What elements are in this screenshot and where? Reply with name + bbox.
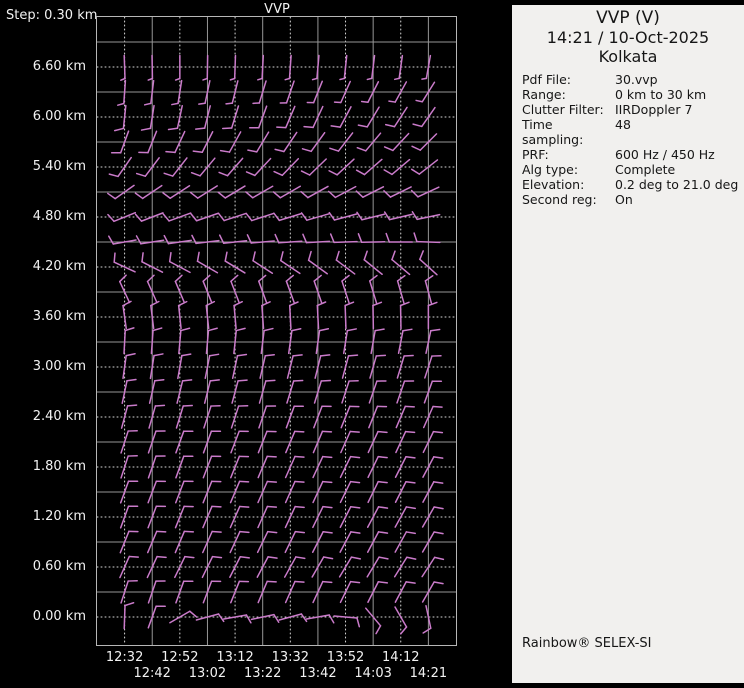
time-label: 12:42 [133, 666, 171, 681]
parameter-label: Elevation: [522, 177, 585, 192]
altitude-label: 0.00 km [32, 609, 86, 624]
parameter-value: 48 [615, 117, 631, 132]
parameter-value: IIRDoppler 7 [615, 102, 693, 117]
time-label: 13:02 [188, 666, 227, 681]
parameter-row: Second reg: On [522, 192, 744, 207]
parameter-row: Time sampling: 48 [522, 117, 744, 147]
parameter-label: Clutter Filter: [522, 102, 604, 117]
parameter-value: Complete [615, 162, 676, 177]
altitude-label: 4.80 km [32, 209, 86, 224]
time-label: 12:52 [161, 650, 199, 665]
parameter-row: Clutter Filter: IIRDoppler 7 [522, 102, 744, 117]
parameter-value: On [615, 192, 633, 207]
parameter-label: Range: [522, 87, 566, 102]
time-label: 14:03 [354, 666, 392, 681]
parameter-row: PRF: 600 Hz / 450 Hz [522, 147, 744, 162]
altitude-label: 1.80 km [32, 459, 86, 474]
panel-datetime: 14:21 / 10-Oct-2025 [546, 28, 710, 47]
parameter-row: Range: 0 km to 30 km [522, 87, 744, 102]
time-label: 13:12 [216, 650, 254, 665]
parameter-value: 600 Hz / 450 Hz [615, 147, 715, 162]
info-panel: VVP (V) 14:21 / 10-Oct-2025 Kolkata Pdf … [512, 5, 744, 683]
parameter-list: Pdf File: 30.vvp Range: 0 km to 30 km Clutte… [512, 72, 744, 207]
altitude-label: 0.60 km [32, 559, 86, 574]
vvp-window: Step: 0.30 km VVP 6.60 km 6.00 km 5.40 km 4… [0, 0, 744, 688]
parameter-label: Pdf File: [522, 72, 571, 87]
time-label: 13:42 [299, 666, 337, 681]
panel-site: Kolkata [598, 47, 658, 66]
time-label: 13:52 [326, 650, 365, 665]
altitude-label: 6.60 km [32, 59, 86, 74]
parameter-value: 30.vvp [615, 72, 658, 87]
parameter-row: Alg type: Complete [522, 162, 744, 177]
wind-barb-chart [97, 17, 456, 645]
parameter-label: Second reg: [522, 192, 597, 207]
time-label: 13:22 [243, 666, 282, 681]
parameter-row: Pdf File: 30.vvp [522, 72, 744, 87]
altitude-label: 1.20 km [32, 509, 86, 524]
panel-title: VVP (V) [596, 8, 660, 28]
altitude-axis: 6.60 km 6.00 km 5.40 km 4.80 km 4.20 km 3.60 … [0, 0, 91, 688]
brand-footer: Rainbow® SELEX-SI [522, 636, 652, 651]
time-label: 12:32 [105, 650, 144, 665]
parameter-value: 0 km to 30 km [615, 87, 707, 102]
parameter-label: Time sampling: [522, 117, 584, 147]
parameter-label: Alg type: [522, 162, 579, 177]
altitude-label: 2.40 km [32, 409, 86, 424]
parameter-label: PRF: [522, 147, 549, 162]
altitude-label: 6.00 km [32, 109, 86, 124]
parameter-value: 0.2 deg to 21.0 deg [615, 177, 739, 192]
time-label: 14:12 [382, 650, 420, 665]
altitude-label: 3.60 km [32, 309, 86, 324]
time-label: 13:32 [271, 650, 310, 665]
plot-title: VVP [264, 2, 290, 17]
time-label: 14:21 [409, 666, 448, 681]
altitude-label: 3.00 km [32, 359, 86, 374]
altitude-label: 5.40 km [32, 159, 86, 174]
parameter-row: Elevation: 0.2 deg to 21.0 deg [522, 177, 744, 192]
altitude-label: 4.20 km [32, 259, 86, 274]
plot-area [96, 16, 457, 646]
